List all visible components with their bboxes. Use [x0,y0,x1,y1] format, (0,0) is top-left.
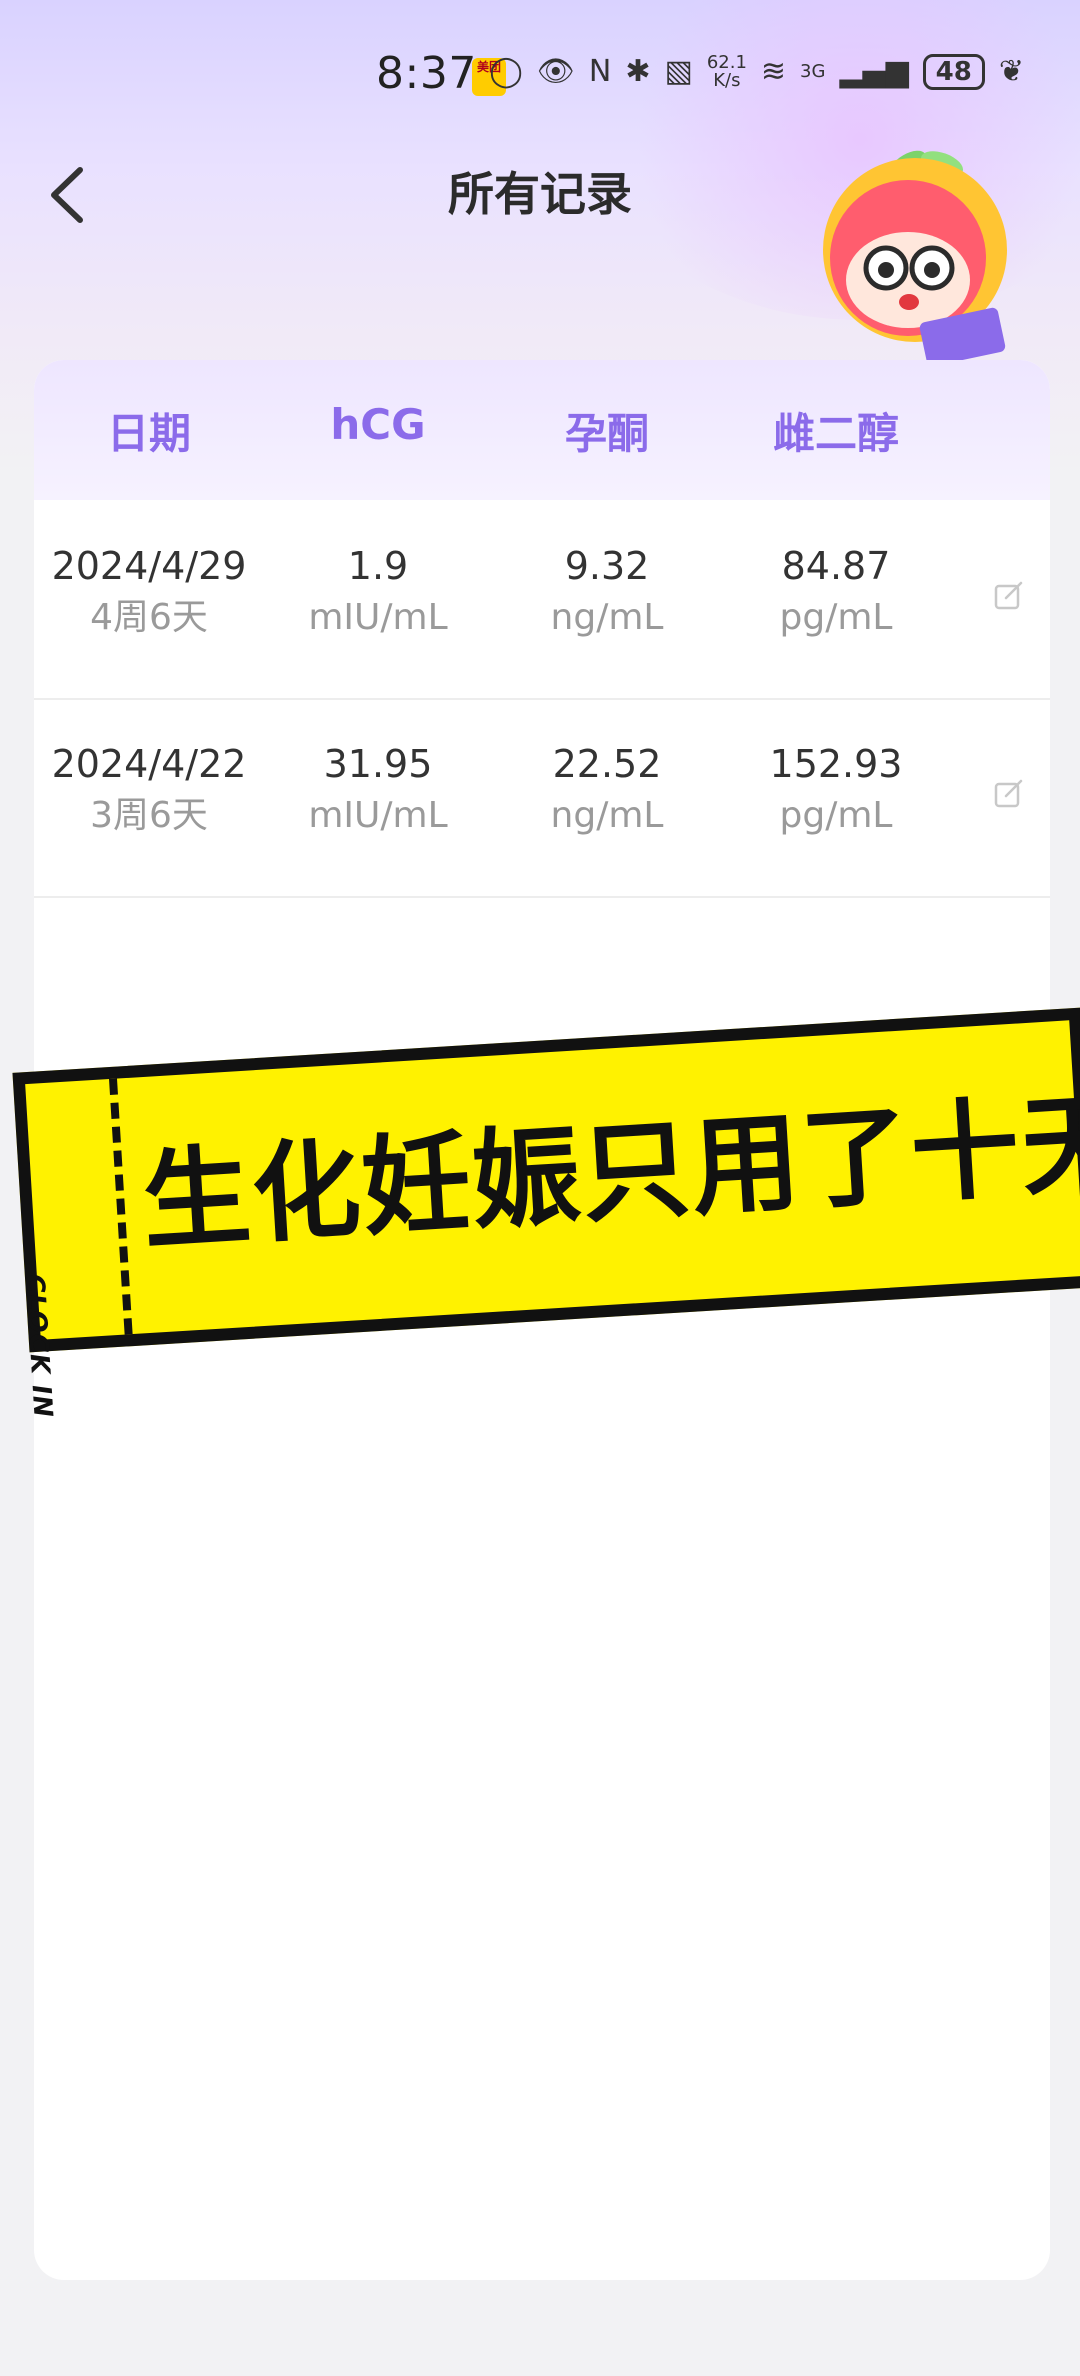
battery-indicator: 48 [922,54,985,90]
hcg-unit: mIU/mL [308,597,448,638]
column-header-estradiol: 雌二醇 [772,409,899,458]
estradiol-value: 152.93 [769,742,903,786]
progesterone-unit: ng/mL [550,597,664,638]
date-cell: 2024/4/22 3周6天 [34,740,264,844]
hcg-value: 31.95 [323,742,433,786]
hcg-cell: 31.95 mIU/mL [263,740,493,844]
mascot-illustration [823,150,1007,360]
table-header: 日期 hCG 孕酮 雌二醇 [34,360,1050,500]
eye-icon: 👁 [536,54,575,89]
wifi-icon: ≋ [760,54,787,89]
progesterone-unit: ng/mL [550,795,664,836]
network-type: 3G [800,61,826,82]
edit-icon[interactable] [994,580,1024,610]
vibrate-icon: ▧ [664,54,693,89]
edit-icon[interactable] [994,778,1024,808]
column-header-hcg: hCG [330,400,426,449]
table-row[interactable]: 2024/4/29 4周6天 1.9 mIU/mL 9.32 ng/mL 84.… [34,500,1050,700]
hcg-value: 1.9 [347,544,409,588]
estradiol-unit: pg/mL [779,597,893,638]
network-speed: 62.1 K/s [706,52,747,91]
date-cell: 2024/4/29 4周6天 [34,542,264,646]
progesterone-value: 22.52 [552,742,662,786]
column-header-progesterone: 孕酮 [564,409,649,458]
leaf-icon: ❦ [998,54,1024,89]
progesterone-cell: 9.32 ng/mL [492,542,722,646]
bluetooth-icon: ✱ [625,54,651,89]
progesterone-value: 9.32 [564,544,650,588]
column-header-date: 日期 [106,409,191,458]
hcg-unit: mIU/mL [308,795,448,836]
table-row[interactable]: 2024/4/22 3周6天 31.95 mIU/mL 22.52 ng/mL … [34,698,1050,898]
estradiol-cell: 152.93 pg/mL [721,740,951,844]
hcg-cell: 1.9 mIU/mL [263,542,493,646]
estradiol-unit: pg/mL [779,795,893,836]
status-icons: ◯ 👁 N ✱ ▧ 62.1 K/s ≋ 3G ▂▄▆ 48 ❦ [489,52,1024,92]
estradiol-value: 84.87 [781,544,891,588]
notification-icon: ◯ [489,54,523,89]
status-time: 8:37 [376,48,477,99]
record-date: 2024/4/29 [51,544,247,588]
pregnancy-week: 3周6天 [90,795,208,836]
signal-icon: ▂▄▆ [839,54,909,89]
record-date: 2024/4/22 [51,742,247,786]
nfc-icon: N [588,54,612,89]
progesterone-cell: 22.52 ng/mL [492,740,722,844]
estradiol-cell: 84.87 pg/mL [721,542,951,646]
status-bar: 8:37 美团 ◯ 👁 N ✱ ▧ 62.1 K/s ≋ 3G ▂▄▆ 48 ❦ [0,40,1080,120]
pregnancy-week: 4周6天 [90,597,208,638]
banner-title: 生化妊娠只用了十天 [138,1079,1080,1266]
